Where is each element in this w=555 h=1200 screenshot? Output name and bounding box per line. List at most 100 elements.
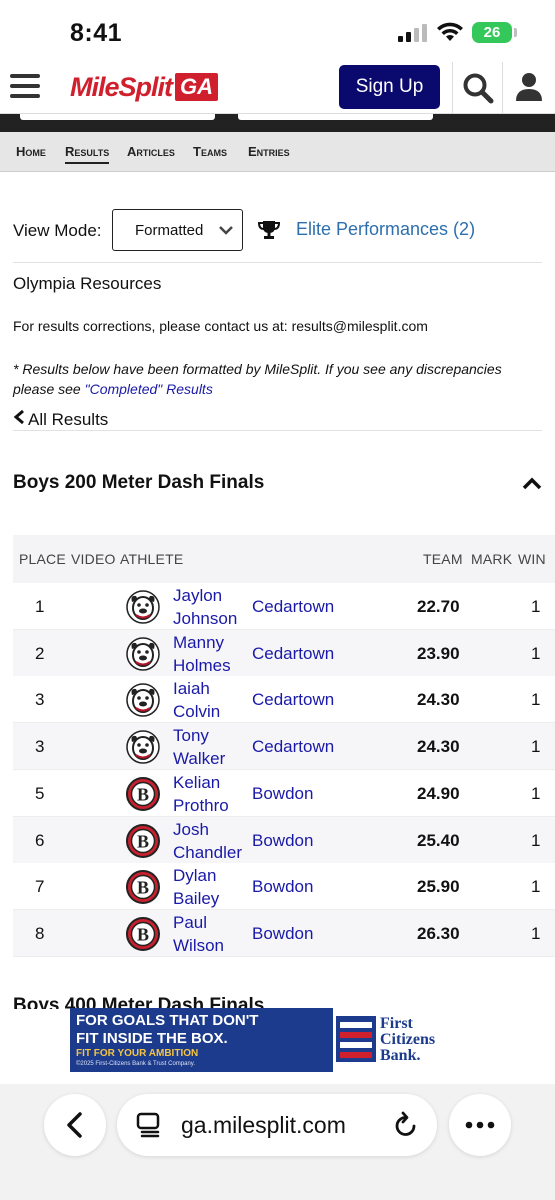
athlete-link[interactable]: Josh Chandler	[173, 818, 243, 864]
elite-performances-link[interactable]: Elite Performances (2)	[296, 219, 475, 240]
place-cell: 8	[35, 923, 45, 943]
wind-cell: 1	[531, 643, 541, 663]
sign-up-button[interactable]: Sign Up	[339, 65, 440, 109]
bulldog-icon	[126, 590, 160, 624]
athlete-first-name: Dylan	[173, 866, 217, 886]
column-header-place[interactable]: PLACE	[19, 551, 66, 567]
mark-cell: 23.90	[417, 643, 460, 663]
team-link[interactable]: Bowdon	[252, 877, 313, 897]
table-header: PLACE VIDEO ATHLETE TEAM MARK WIN	[13, 535, 555, 583]
meet-selector-dropdown[interactable]	[20, 114, 215, 120]
athlete-link[interactable]: Dylan Bailey	[173, 864, 243, 910]
athlete-last-name: Chandler	[173, 842, 242, 862]
nav-articles[interactable]: Articles	[127, 144, 175, 159]
meet-selector-dropdown[interactable]	[238, 114, 433, 120]
ad-headline-1: FOR GOALS THAT DON'T	[76, 1012, 259, 1029]
athlete-first-name: Manny	[173, 632, 225, 652]
view-mode-select[interactable]: Formatted	[112, 209, 243, 251]
ad-brand-line: Bank.	[380, 1047, 421, 1064]
athlete-link[interactable]: Manny Holmes	[173, 631, 243, 677]
athlete-last-name: Johnson	[173, 609, 238, 628]
team-link[interactable]: Bowdon	[252, 831, 313, 851]
wind-cell: 1	[531, 830, 541, 850]
athlete-last-name: Colvin	[173, 702, 221, 722]
athlete-link[interactable]: Iaiah Colvin	[173, 677, 243, 723]
hamburger-menu-icon[interactable]	[10, 74, 40, 98]
svg-text:B: B	[137, 831, 149, 851]
nav-teams[interactable]: Teams	[193, 144, 227, 159]
athlete-last-name: Wilson	[173, 935, 225, 955]
svg-text:B: B	[137, 924, 149, 944]
mark-cell: 22.70	[417, 597, 460, 616]
wind-cell: 1	[531, 737, 541, 757]
site-header: MileSplit GA Sign Up	[0, 62, 555, 114]
page-menu-icon[interactable]	[135, 1112, 161, 1138]
formatted-results-note: * Results below have been formatted by M…	[13, 359, 545, 399]
back-arrow-icon	[67, 1112, 82, 1138]
ad-brand-panel: First Citizens Bank.	[333, 1008, 485, 1072]
view-mode-value: Formatted	[135, 222, 204, 239]
ad-brand-line: First	[380, 1015, 413, 1032]
column-header-team[interactable]: TEAM	[423, 551, 463, 567]
team-link[interactable]: Bowdon	[252, 784, 313, 804]
completed-results-link[interactable]: "Completed" Results	[85, 381, 213, 397]
column-header-mark[interactable]: MARK	[471, 551, 512, 567]
column-header-video[interactable]: VIDEO	[71, 551, 116, 567]
place-cell: 3	[35, 737, 45, 757]
place-cell: 3	[35, 690, 45, 710]
mark-cell: 24.30	[417, 690, 460, 710]
bulldog-icon	[126, 683, 160, 718]
letter-b-icon: B	[126, 916, 160, 951]
bulldog-icon	[126, 636, 160, 671]
team-link[interactable]: Cedartown	[252, 690, 334, 710]
search-icon[interactable]	[462, 72, 494, 104]
milesplit-logo[interactable]: MileSplit GA	[70, 72, 219, 102]
more-options-button[interactable]	[449, 1094, 511, 1156]
browser-toolbar: ga.milesplit.com	[0, 1084, 555, 1200]
table-row: 1 Jaylon Johnson Cedartown 22.70 1	[13, 583, 555, 630]
status-bar: 8:41 26	[0, 0, 555, 62]
wind-cell: 1	[531, 690, 541, 710]
athlete-link[interactable]: Jaylon Johnson	[173, 584, 243, 630]
reload-icon[interactable]	[393, 1111, 419, 1139]
athlete-link[interactable]: Kelian Prothro	[173, 771, 243, 817]
event-title: Boys 200 Meter Dash Finals	[13, 472, 265, 493]
table-row: 6 B Josh Chandler Bowdon 25.40 1	[13, 816, 555, 864]
battery-icon: 26	[472, 22, 512, 43]
chevron-left-icon	[13, 409, 24, 425]
team-link[interactable]: Cedartown	[252, 644, 334, 664]
header-divider	[452, 62, 453, 114]
athlete-first-name: Kelian	[173, 772, 221, 792]
athlete-last-name: Holmes	[173, 655, 231, 675]
view-mode-label: View Mode:	[13, 221, 102, 240]
place-cell: 1	[35, 597, 45, 616]
address-bar[interactable]: ga.milesplit.com	[117, 1094, 437, 1156]
user-account-icon[interactable]	[514, 72, 544, 102]
back-button[interactable]	[44, 1094, 106, 1156]
nav-results[interactable]: Results	[65, 144, 110, 164]
logo-region-badge: GA	[175, 73, 219, 101]
team-link[interactable]: Cedartown	[252, 597, 334, 617]
athlete-link[interactable]: Paul Wilson	[173, 911, 243, 957]
table-row: 3 Iaiah Colvin Cedartown 24.30 1	[13, 676, 555, 724]
mark-cell: 25.40	[417, 830, 460, 850]
team-link[interactable]: Cedartown	[252, 737, 334, 757]
next-event-title[interactable]: Boys 400 Meter Dash Finals	[13, 995, 264, 1009]
battery-tip	[514, 28, 517, 37]
chevron-up-icon[interactable]	[522, 476, 542, 490]
mark-cell: 25.90	[417, 877, 460, 897]
column-header-athlete[interactable]: ATHLETE	[120, 551, 183, 567]
meet-sponsor: Olympia Resources	[13, 274, 162, 293]
url-text: ga.milesplit.com	[181, 1112, 346, 1138]
nav-entries[interactable]: Entries	[248, 144, 290, 159]
advertisement-banner[interactable]: FOR GOALS THAT DON'T FIT INSIDE THE BOX.…	[70, 1008, 485, 1072]
team-link[interactable]: Bowdon	[252, 924, 313, 944]
mark-cell: 26.30	[417, 923, 460, 943]
athlete-link[interactable]: Tony Walker	[173, 724, 243, 770]
all-results-link[interactable]: All Results	[13, 409, 108, 430]
column-header-wind[interactable]: WIN	[518, 551, 546, 567]
ellipsis-icon	[465, 1121, 495, 1129]
nav-home[interactable]: Home	[16, 144, 46, 159]
meet-nav: Home Results Articles Teams Entries	[0, 132, 555, 172]
wind-cell: 1	[531, 597, 541, 616]
